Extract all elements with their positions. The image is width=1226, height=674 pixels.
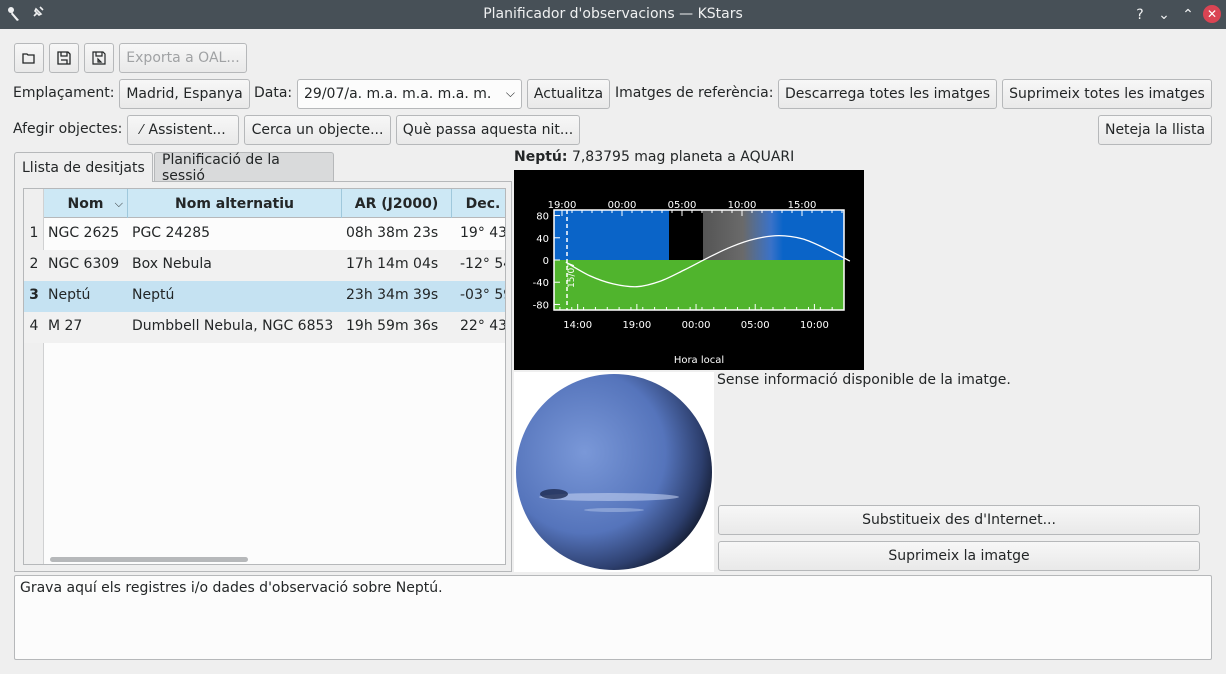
save-as-icon bbox=[92, 51, 106, 65]
whats-up-tonight-button[interactable]: Què passa aquesta nit... bbox=[396, 115, 580, 145]
save-icon bbox=[57, 51, 71, 65]
wizard-button-label: Assistent... bbox=[148, 122, 226, 138]
wishlist-table[interactable]: Nom ⌵ Nom alternatiu AR (J2000) Dec. 1 N… bbox=[23, 188, 506, 565]
x-tick-label-bottom: 19:00 bbox=[622, 320, 651, 331]
sky-twilight-region bbox=[703, 210, 783, 260]
location-button[interactable]: Madrid, Espanya bbox=[119, 79, 250, 109]
export-oal-button[interactable]: Exporta a OAL... bbox=[119, 43, 247, 73]
tab-session-plan[interactable]: Planificació de la sessió bbox=[154, 152, 334, 184]
object-details: 7,83795 mag planeta a AQUARI bbox=[571, 149, 795, 165]
delete-all-images-button[interactable]: Suprimeix totes les imatges bbox=[1002, 79, 1212, 109]
y-tick-label: 40 bbox=[536, 234, 549, 245]
cell-dec: 19° 43 bbox=[460, 225, 506, 241]
cell-name: NGC 2625 bbox=[48, 225, 120, 241]
header-alt-name[interactable]: Nom alternatiu bbox=[128, 189, 342, 218]
object-image bbox=[514, 372, 714, 572]
cell-alt-name: Neptú bbox=[132, 287, 175, 303]
tab-wishlist[interactable]: Llista de desitjats bbox=[14, 152, 153, 182]
cell-name: Neptú bbox=[48, 287, 91, 303]
open-button[interactable] bbox=[14, 43, 44, 73]
sky-night-region bbox=[669, 210, 703, 260]
no-image-info: Sense informació disponible de la imatge… bbox=[717, 372, 1011, 388]
search-object-button[interactable]: Cerca un objecte... bbox=[244, 115, 391, 145]
x-tick-label-top: 00:00 bbox=[608, 200, 637, 211]
altitude-chart-svg: 15/07 80400-40-80 19:00 00:00 05:00 10:00 15… bbox=[533, 200, 851, 366]
x-tick-label-bottom: 14:00 bbox=[563, 320, 592, 331]
replace-from-internet-button[interactable]: Substitueix des d'Internet... bbox=[718, 505, 1200, 535]
neptune-image bbox=[516, 374, 712, 570]
header-name[interactable]: Nom ⌵ bbox=[44, 189, 128, 218]
location-label: Emplaçament: bbox=[13, 85, 115, 101]
sort-chevron-icon: ⌵ bbox=[114, 196, 123, 210]
header-ra[interactable]: AR (J2000) bbox=[342, 189, 452, 218]
cell-dec: -03° 59 bbox=[460, 287, 505, 303]
y-tick-label: 80 bbox=[536, 212, 549, 223]
close-icon[interactable]: ✕ bbox=[1203, 5, 1221, 23]
window-title: Planificador d'observacions — KStars bbox=[483, 6, 743, 22]
date-select[interactable]: 29/07/a. m.a. m.a. m.a. m. ⌵ bbox=[297, 79, 522, 109]
x-tick-label-top: 10:00 bbox=[728, 200, 757, 211]
folder-open-icon bbox=[22, 53, 35, 64]
download-all-images-button[interactable]: Descarrega totes les imatges bbox=[778, 79, 997, 109]
x-tick-label-bottom: 10:00 bbox=[800, 320, 829, 331]
table-row[interactable]: 1 NGC 2625 PGC 24285 08h 38m 23s 19° 43 bbox=[24, 219, 506, 250]
x-tick-label-bottom: 00:00 bbox=[682, 320, 711, 331]
table-header: Nom ⌵ Nom alternatiu AR (J2000) Dec. bbox=[44, 189, 505, 218]
cell-dec: -12° 54 bbox=[460, 256, 505, 272]
title-bar: Planificador d'observacions — KStars ? ⌄… bbox=[0, 0, 1226, 29]
y-tick-label: 0 bbox=[543, 256, 549, 267]
y-tick-label: -40 bbox=[533, 278, 549, 289]
date-value: 29/07/a. m.a. m.a. m.a. m. bbox=[304, 86, 492, 102]
add-objects-label: Afegir objectes: bbox=[13, 121, 123, 137]
maximize-icon[interactable]: ⌃ bbox=[1178, 5, 1198, 25]
header-dec[interactable]: Dec. bbox=[452, 189, 505, 218]
row-number: 1 bbox=[29, 225, 39, 241]
x-tick-label-top: 15:00 bbox=[788, 200, 817, 211]
cell-ra: 23h 34m 39s bbox=[346, 287, 439, 303]
cell-alt-name: PGC 24285 bbox=[132, 225, 211, 241]
x-tick-label-top: 19:00 bbox=[548, 200, 577, 211]
wand-icon: ⁄ bbox=[140, 122, 143, 138]
wishlist-panel: Nom ⌵ Nom alternatiu AR (J2000) Dec. 1 N… bbox=[14, 181, 512, 572]
table-row-selected[interactable]: 3 Neptú Neptú 23h 34m 39s -03° 59 bbox=[24, 281, 505, 312]
cell-dec: 22° 43 bbox=[460, 318, 506, 334]
cell-name: M 27 bbox=[48, 318, 83, 334]
x-tick-label-bottom: 05:00 bbox=[741, 320, 770, 331]
minimize-icon[interactable]: ⌄ bbox=[1154, 5, 1174, 25]
help-icon[interactable]: ? bbox=[1130, 5, 1150, 25]
cell-ra: 19h 59m 36s bbox=[346, 318, 439, 334]
row-number: 4 bbox=[29, 318, 39, 334]
sky-day-region bbox=[554, 210, 669, 260]
ground-region bbox=[554, 260, 844, 310]
chart-xlabel: Hora local bbox=[674, 355, 724, 366]
clear-list-button[interactable]: Neteja la llista bbox=[1098, 115, 1212, 145]
row-number: 3 bbox=[29, 287, 39, 303]
chevron-down-icon: ⌵ bbox=[505, 86, 515, 100]
delete-image-button[interactable]: Suprimeix la imatge bbox=[718, 541, 1200, 571]
cell-alt-name: Dumbbell Nebula, NGC 6853 bbox=[132, 318, 334, 334]
cell-ra: 08h 38m 23s bbox=[346, 225, 439, 241]
date-label: Data: bbox=[254, 85, 293, 101]
altitude-chart: 15/07 80 40 0 -40 -80 19:00 00:00 05:00 10:00 15… bbox=[514, 170, 864, 370]
notes-text: Grava aquí els registres i/o dades d'obs… bbox=[20, 580, 443, 596]
cell-alt-name: Box Nebula bbox=[132, 256, 212, 272]
save-as-button[interactable] bbox=[84, 43, 114, 73]
reference-images-label: Imatges de referència: bbox=[615, 85, 774, 101]
save-button[interactable] bbox=[49, 43, 79, 73]
cell-ra: 17h 14m 04s bbox=[346, 256, 439, 272]
y-tick-label: -80 bbox=[533, 300, 549, 311]
cell-name: NGC 6309 bbox=[48, 256, 120, 272]
row-number: 2 bbox=[29, 256, 39, 272]
table-row[interactable]: 4 M 27 Dumbbell Nebula, NGC 6853 19h 59m… bbox=[24, 312, 506, 343]
x-tick-label-top: 05:00 bbox=[668, 200, 697, 211]
horizontal-scrollbar[interactable] bbox=[44, 549, 505, 564]
wizard-button[interactable]: ⁄ Assistent... bbox=[127, 115, 239, 145]
update-button[interactable]: Actualitza bbox=[527, 79, 610, 109]
table-row[interactable]: 2 NGC 6309 Box Nebula 17h 14m 04s -12° 5… bbox=[24, 250, 505, 281]
scrollbar-thumb[interactable] bbox=[50, 557, 248, 562]
object-info: Neptú: 7,83795 mag planeta a AQUARI bbox=[514, 149, 794, 165]
object-name: Neptú: bbox=[514, 149, 568, 165]
observation-notes-field[interactable]: Grava aquí els registres i/o dades d'obs… bbox=[14, 575, 1212, 660]
